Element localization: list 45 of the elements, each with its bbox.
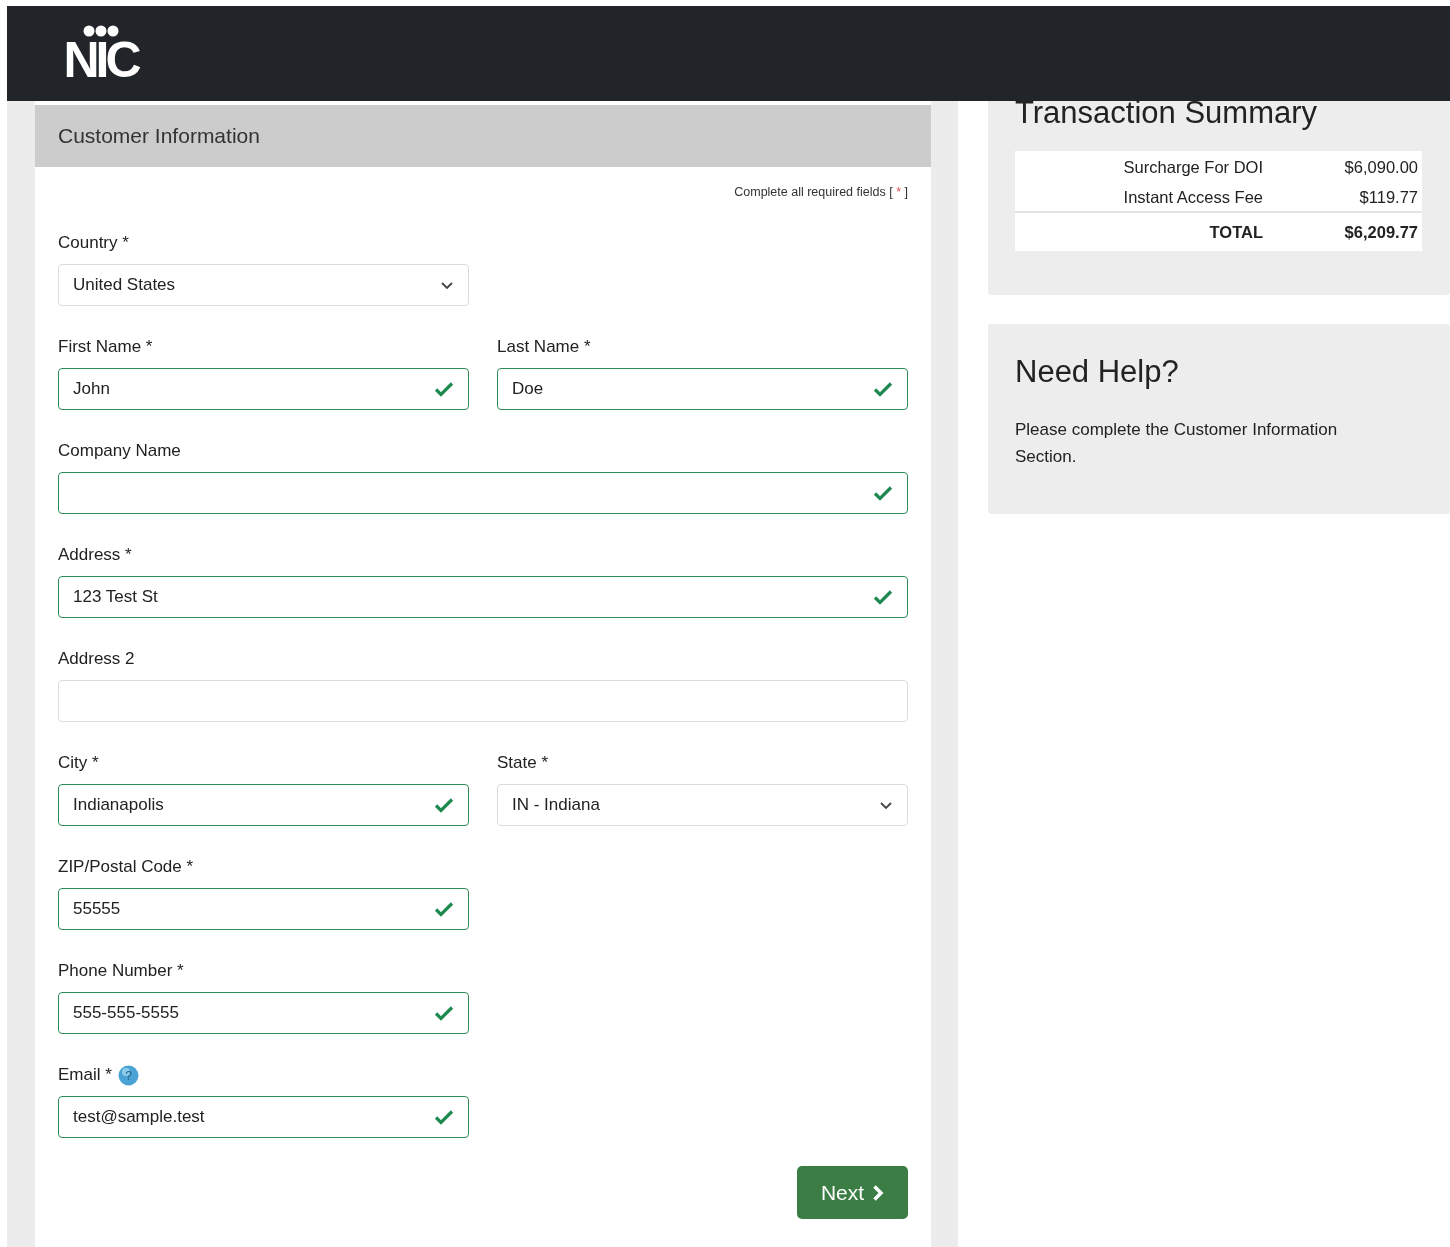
field-label: Country * <box>58 233 129 253</box>
input-field[interactable]: 55555 <box>58 888 469 930</box>
check-icon <box>873 589 893 605</box>
section-title: Customer Information <box>35 105 931 167</box>
help-text: Please complete the Customer Information Section. <box>1015 419 1339 468</box>
select-field[interactable]: IN - Indiana <box>497 784 908 826</box>
check-icon <box>434 901 454 917</box>
field-label: First Name * <box>58 337 153 357</box>
check-icon <box>434 381 454 397</box>
select-field[interactable]: United States <box>58 264 469 306</box>
field-label: Email * <box>58 1065 112 1085</box>
next-button[interactable]: Next <box>797 1166 908 1219</box>
chevron-right-icon <box>872 1183 885 1202</box>
input-field[interactable]: 123 Test St <box>58 576 908 618</box>
help-title: Need Help? <box>1015 354 1180 390</box>
check-icon <box>434 1005 454 1021</box>
field-label: State * <box>497 753 549 773</box>
check-icon <box>434 797 454 813</box>
fee-label: Surcharge For DOI <box>1122 158 1263 177</box>
field-label: Phone Number * <box>58 961 184 981</box>
field-label: Company Name <box>58 441 181 461</box>
input-field[interactable]: Doe <box>497 368 908 410</box>
input-field[interactable] <box>58 472 908 514</box>
field-label: Address * <box>58 545 132 565</box>
fee-amount: $119.77 <box>1358 188 1418 207</box>
check-icon <box>873 485 893 501</box>
field-label: ZIP/Postal Code * <box>58 857 194 877</box>
field-label: Last Name * <box>497 337 591 357</box>
fee-label: TOTAL <box>1208 222 1263 242</box>
field-label: Address 2 <box>58 649 135 669</box>
fee-label: Instant Access Fee <box>1122 188 1263 207</box>
input-field[interactable]: Indianapolis <box>58 784 469 826</box>
input-field[interactable]: 555-555-5555 <box>58 992 469 1034</box>
summary-title: Transaction Summary <box>1015 95 1319 131</box>
chevron-down-icon <box>440 280 454 290</box>
field-label: City * <box>58 753 99 773</box>
chevron-down-icon <box>879 800 893 810</box>
input-field[interactable]: John <box>58 368 469 410</box>
check-icon <box>434 1109 454 1125</box>
check-icon <box>873 381 893 397</box>
fee-amount: $6,090.00 <box>1343 158 1418 177</box>
required-note: Complete all required fields [ * ] <box>734 185 908 199</box>
logo-text: NIC <box>63 36 138 83</box>
fee-amount: $6,209.77 <box>1343 222 1418 242</box>
input-field[interactable]: test@sample.test <box>58 1096 469 1138</box>
